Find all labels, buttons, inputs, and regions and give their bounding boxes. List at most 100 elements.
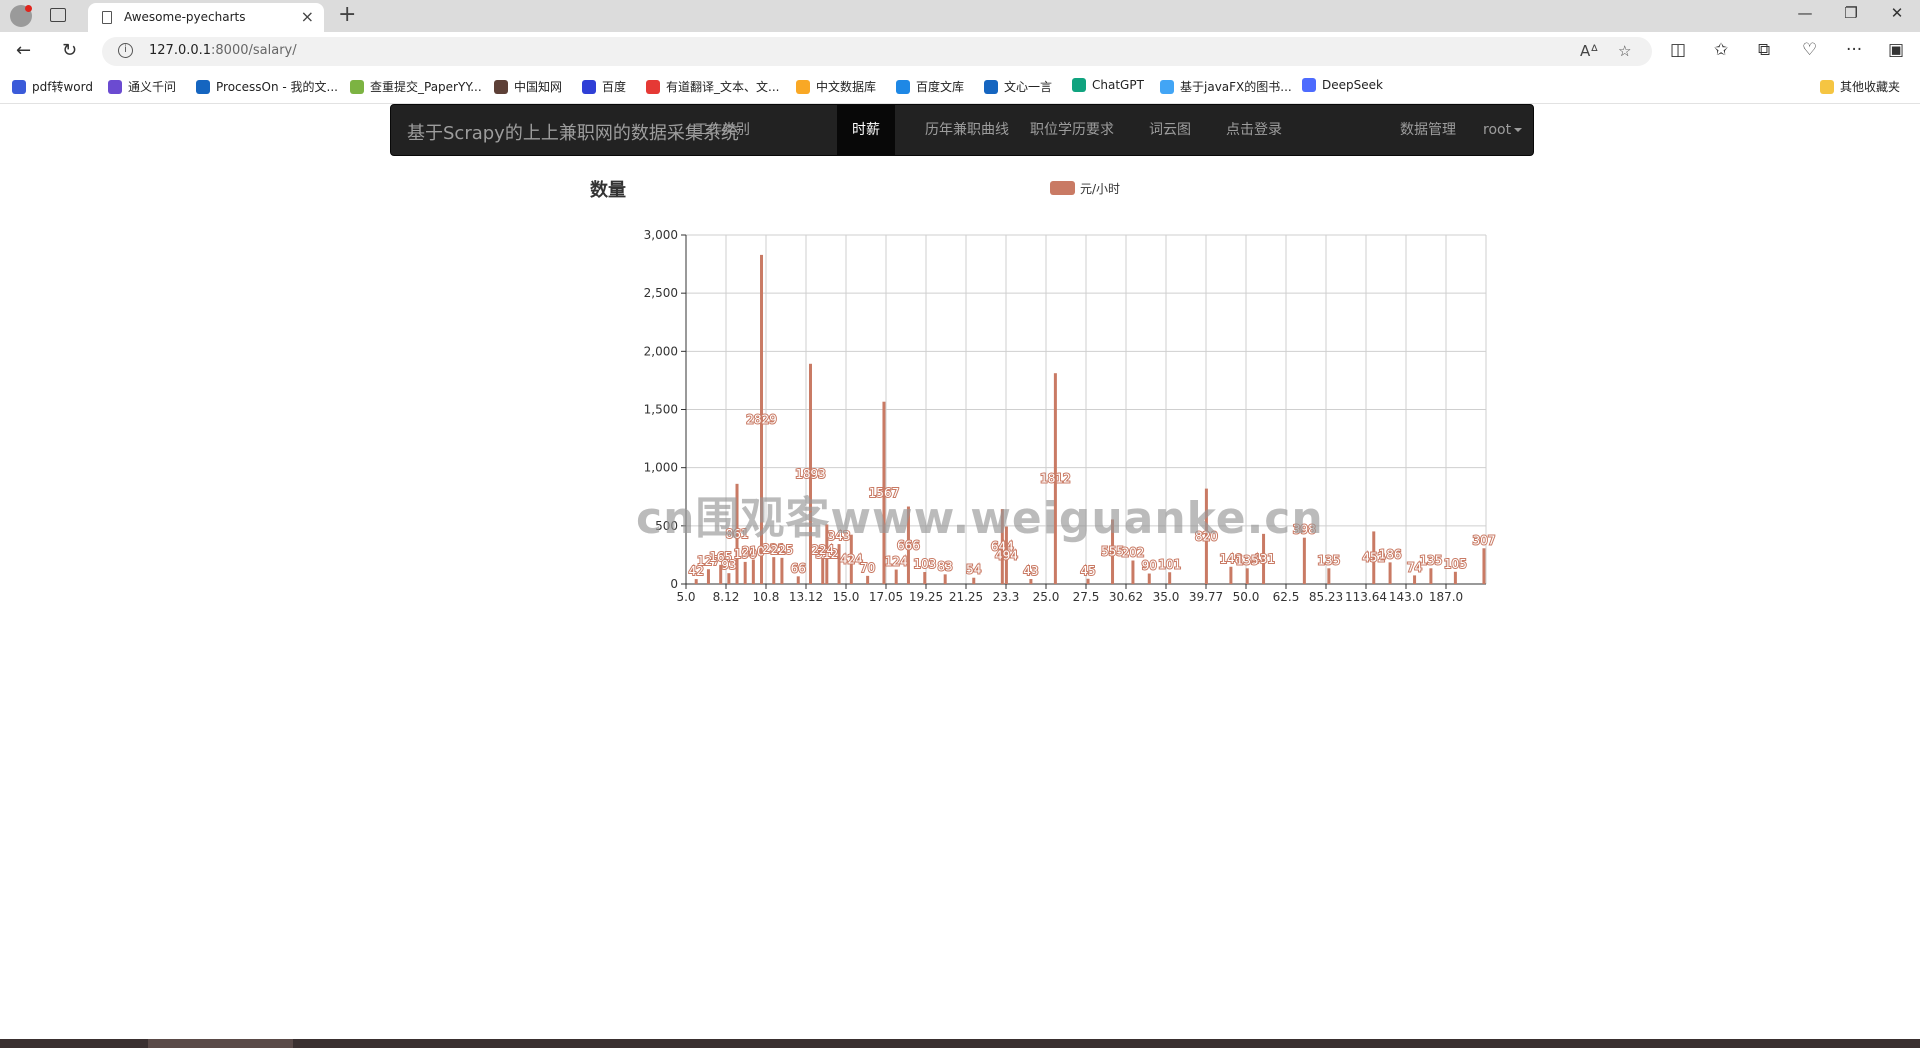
chart-bar	[1245, 568, 1249, 584]
bookmark-favicon-icon	[12, 80, 26, 94]
site-info-icon[interactable]: i	[118, 43, 133, 58]
chart-bar	[923, 572, 927, 584]
bookmark-item[interactable]: 通义千问	[108, 78, 176, 96]
bookmarks-bar: pdf转word 通义千问 ProcessOn - 我的文... 查重提交_Pa…	[0, 70, 1920, 104]
bar-data-label: 101	[1158, 557, 1181, 571]
chart-bar	[821, 557, 825, 584]
chart-bar	[780, 557, 784, 584]
x-tick-label: 19.25	[909, 590, 943, 604]
watermark: cn围观客www.weiguanke.cn	[636, 493, 1324, 544]
bar-data-label: 103	[913, 557, 936, 571]
y-tick-label: 2,500	[644, 286, 678, 300]
bookmark-item[interactable]: ProcessOn - 我的文...	[196, 78, 338, 96]
minimize-window-icon[interactable]: —	[1782, 4, 1828, 22]
close-window-icon[interactable]: ✕	[1874, 4, 1920, 22]
chart-bar	[972, 577, 976, 584]
browser-essentials-icon[interactable]: ♡	[1802, 40, 1817, 60]
bookmark-favicon-icon	[108, 80, 122, 94]
read-aloud-icon[interactable]: Aᐞ	[1580, 42, 1598, 60]
browser-tab-active[interactable]: Awesome-pyecharts ×	[88, 3, 324, 32]
back-arrow-icon[interactable]: ←	[16, 40, 31, 61]
bookmark-item[interactable]: pdf转word	[12, 78, 93, 96]
bookmark-item[interactable]: 文心一言	[984, 78, 1052, 96]
chart-bar	[1482, 548, 1486, 584]
chart-bar	[1327, 568, 1331, 584]
favorite-star-icon[interactable]: ☆	[1618, 42, 1631, 60]
bookmark-item[interactable]: 基于javaFX的图书...	[1160, 78, 1292, 96]
chart-bar	[743, 561, 747, 584]
x-tick-label: 15.0	[833, 590, 860, 604]
bookmark-favicon-icon	[646, 80, 660, 94]
x-tick-label: 27.5	[1073, 590, 1100, 604]
x-tick-label: 39.77	[1189, 590, 1223, 604]
bookmark-item[interactable]: 中文数据库	[796, 78, 876, 96]
bar-data-label: 135	[1419, 553, 1442, 567]
chart-bar	[1168, 572, 1172, 584]
chart-bar	[706, 569, 710, 584]
new-tab-button[interactable]: +	[338, 2, 356, 27]
chart-bar	[1413, 575, 1417, 584]
bar-data-label: 43	[1023, 564, 1038, 578]
x-tick-label: 62.5	[1273, 590, 1300, 604]
bookmark-item[interactable]: 百度	[582, 78, 626, 96]
other-bookmarks-folder[interactable]: 其他收藏夹	[1820, 78, 1900, 96]
chart-bar	[751, 559, 755, 584]
bar-data-label: 2829	[746, 412, 777, 426]
bookmark-favicon-icon	[582, 80, 596, 94]
bookmark-item[interactable]: ChatGPT	[1072, 78, 1144, 96]
x-tick-label: 8.12	[713, 590, 740, 604]
taskbar-app[interactable]	[148, 1039, 293, 1048]
x-tick-label: 35.0	[1153, 590, 1180, 604]
bar-data-label: 124	[885, 555, 908, 569]
y-tick-label: 1,500	[644, 403, 678, 417]
bookmark-item[interactable]: 中国知网	[494, 78, 562, 96]
bookmark-favicon-icon	[796, 80, 810, 94]
collections-icon[interactable]: ⧉	[1758, 40, 1770, 60]
refresh-icon[interactable]: ↻	[62, 40, 77, 61]
y-tick-label: 2,000	[644, 344, 678, 358]
bar-data-label: 90	[1142, 559, 1157, 573]
x-tick-label: 13.12	[789, 590, 823, 604]
chart-bar	[894, 569, 898, 584]
bar-data-label: 307	[1473, 533, 1496, 547]
bar-data-label: 202	[1121, 546, 1144, 560]
tab-actions-icon[interactable]	[50, 8, 66, 22]
bar-data-label: 135	[1317, 553, 1340, 567]
bookmark-item[interactable]: 有道翻译_文本、文...	[646, 78, 779, 96]
sidebar-toggle-icon[interactable]: ▣	[1888, 40, 1904, 60]
page-viewport: 基于Scrapy的上上兼职网的数据采集系统 工作类别 时薪 历年兼职曲线 职位学…	[4, 104, 1916, 1039]
tab-close-icon[interactable]: ×	[301, 7, 314, 26]
bookmark-favicon-icon	[494, 80, 508, 94]
x-tick-label: 21.25	[949, 590, 983, 604]
url-text[interactable]: 127.0.0.1:8000/salary/	[149, 43, 297, 58]
browser-toolbar: ← ↻ i 127.0.0.1:8000/salary/ Aᐞ ☆ ◫ ✩ ⧉ …	[0, 32, 1920, 70]
chart-bar	[1029, 578, 1033, 584]
x-tick-label: 113.64	[1345, 590, 1387, 604]
bar-data-label: 70	[860, 561, 875, 575]
y-tick-label: 3,000	[644, 228, 678, 242]
y-tick-label: 0	[670, 577, 678, 591]
restore-window-icon[interactable]: ❐	[1828, 4, 1874, 22]
x-tick-label: 5.0	[676, 590, 695, 604]
x-tick-label: 85.23	[1309, 590, 1343, 604]
bar-data-label: 135	[1236, 553, 1259, 567]
x-tick-label: 17.05	[869, 590, 903, 604]
more-menu-icon[interactable]: ···	[1846, 40, 1862, 60]
x-tick-label: 50.0	[1233, 590, 1260, 604]
chart-bar	[1388, 562, 1392, 584]
bookmark-item[interactable]: 查重提交_PaperYY...	[350, 78, 482, 96]
address-bar[interactable]: i 127.0.0.1:8000/salary/ Aᐞ ☆	[102, 37, 1652, 66]
chart-bar	[796, 576, 800, 584]
browser-tab-strip: Awesome-pyecharts × + — ❐ ✕	[0, 0, 1920, 32]
split-screen-icon[interactable]: ◫	[1670, 40, 1686, 60]
favorites-icon[interactable]: ✩	[1714, 40, 1728, 60]
profile-avatar-icon[interactable]	[10, 5, 32, 27]
x-tick-label: 23.3	[993, 590, 1020, 604]
bookmark-favicon-icon	[1160, 80, 1174, 94]
bookmark-item[interactable]: 百度文库	[896, 78, 964, 96]
chart-bar	[1229, 566, 1233, 584]
x-tick-label: 30.62	[1109, 590, 1143, 604]
os-taskbar	[0, 1039, 1920, 1048]
bookmark-item[interactable]: DeepSeek	[1302, 78, 1383, 96]
x-tick-label: 187.0	[1429, 590, 1463, 604]
